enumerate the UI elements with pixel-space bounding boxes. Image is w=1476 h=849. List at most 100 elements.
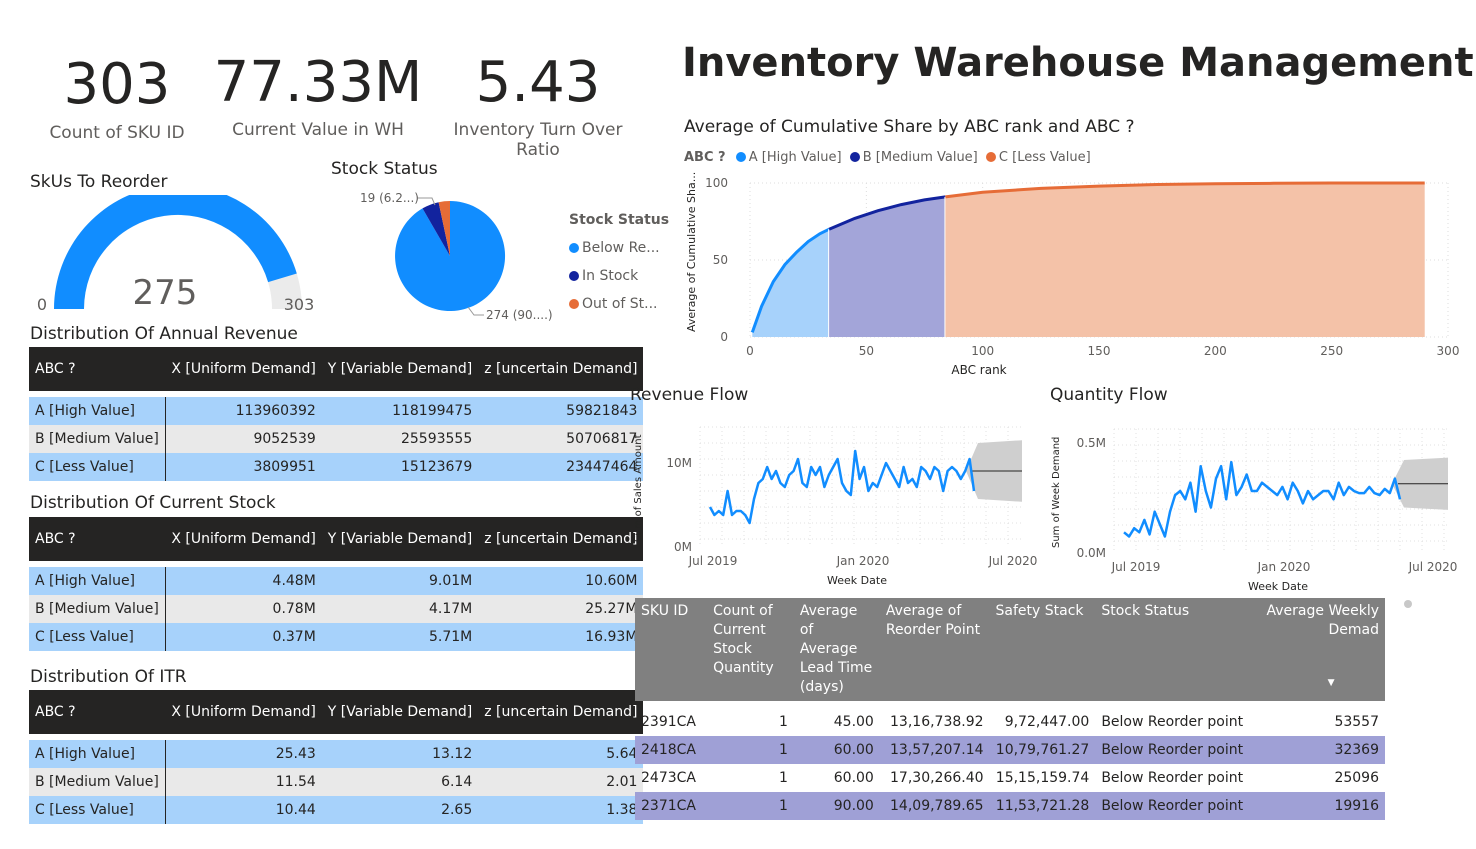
table-row[interactable]: A [High Value] 4.48M 9.01M 10.60M xyxy=(29,567,644,595)
area-series-2[interactable] xyxy=(945,183,1425,337)
column-header[interactable]: z [uncertain Demand] xyxy=(478,517,644,561)
legend-item-out-of-stock[interactable]: Out of St... xyxy=(569,290,669,318)
legend-item-b[interactable]: B [Medium Value] xyxy=(849,150,978,165)
column-header[interactable]: ABC ? xyxy=(29,517,166,561)
column-header[interactable]: ABC ? xyxy=(29,690,166,734)
table-cell: 10.60M xyxy=(478,567,644,595)
table-cell: 1244AA xyxy=(635,820,707,822)
table-cell: 4.48M xyxy=(165,567,322,595)
column-header[interactable]: Average of Reorder Point xyxy=(879,598,990,701)
column-header[interactable]: z [uncertain Demand] xyxy=(478,690,644,734)
table-cell: 50706817 xyxy=(478,425,644,453)
revenue-flow-chart[interactable]: 0M 10M Jul 2019 Jan 2020 Jul 2020 Week Date Su… xyxy=(628,415,1038,590)
cumshare-chart-title: Average of Cumulative Share by ABC rank … xyxy=(684,117,1135,137)
row-header: A [High Value] xyxy=(29,740,166,768)
legend-item-in-stock[interactable]: In Stock xyxy=(569,262,669,290)
y-tick-label: 0M xyxy=(674,540,692,554)
table-row[interactable]: A [High Value] 113960392 118199475 59821843 xyxy=(29,397,644,425)
column-header[interactable]: Y [Variable Demand] xyxy=(321,690,479,734)
x-tick-label: 50 xyxy=(859,344,874,358)
table-cell: 2371CA xyxy=(635,792,708,820)
stock-matrix[interactable]: ABC ? X [Uniform Demand] Y [Variable Deman… xyxy=(29,517,644,651)
row-header: C [Less Value] xyxy=(29,453,166,481)
y-axis-title: Sum of Week Demand xyxy=(1051,437,1062,548)
table-row[interactable]: B [Medium Value] 11.54 6.14 2.01 xyxy=(29,768,644,796)
legend-item-a[interactable]: A [High Value] xyxy=(735,150,842,165)
column-header-label: Average Weekly Demad xyxy=(1266,603,1379,638)
itr-table-title: Distribution Of ITR xyxy=(30,667,187,687)
kpi-value-in-wh-value: 77.33M xyxy=(213,50,423,115)
column-header-label: Stock Status xyxy=(1101,603,1190,619)
table-cell: 53557 xyxy=(1334,714,1379,730)
table-cell: 25096 xyxy=(1334,770,1379,786)
column-header[interactable]: Stock Status xyxy=(1095,598,1253,701)
table-row[interactable]: A [High Value] 25.43 13.12 5.64 xyxy=(29,740,644,768)
column-header[interactable]: Average Weekly Demad ▼ xyxy=(1252,598,1385,701)
sku-table-wrap[interactable]: SKU ID Count of Current Stock Quantity Ave… xyxy=(635,598,1385,822)
table-row[interactable]: B [Medium Value] 9052539 25593555 50706817 xyxy=(29,425,644,453)
pie-label-bottom: 274 (90....) xyxy=(486,308,553,322)
table-cell: 9.01M xyxy=(321,567,479,595)
legend-dot xyxy=(569,271,579,281)
stock-status-legend: Stock Status Below Re... In Stock Out of… xyxy=(569,206,669,318)
table-row[interactable]: 2418CA 1 60.00 13,57,207.14 10,79,761.27 Belo… xyxy=(635,736,1385,764)
x-tick-label: 200 xyxy=(1204,344,1227,358)
y-tick-label: 10M xyxy=(666,456,692,470)
sort-descending-icon: ▼ xyxy=(1327,678,1335,688)
table-row[interactable]: C [Less Value] 0.37M 5.71M 16.93M xyxy=(29,623,644,651)
area-series-1[interactable] xyxy=(829,196,946,337)
table-row[interactable]: 2473CA 1 60.00 17,30,266.40 15,15,159.74 Belo… xyxy=(635,764,1385,792)
table-cell: 0.78M xyxy=(165,595,322,623)
legend-item-c[interactable]: C [Less Value] xyxy=(985,150,1091,165)
column-header[interactable]: Y [Variable Demand] xyxy=(321,517,479,561)
sku-table[interactable]: SKU ID Count of Current Stock Quantity Ave… xyxy=(635,598,1385,822)
gauge-title: SkUs To Reorder xyxy=(30,172,168,192)
table-cell: 17,30,266.40 xyxy=(890,770,984,786)
table-cell: 11,53,721.28 xyxy=(989,792,1096,820)
table-row[interactable]: 2371CA 1 90.00 14,09,789.65 11,53,721.28 Belo… xyxy=(635,792,1385,820)
cumshare-legend: ABC ? A [High Value] B [Medium Value] C … xyxy=(684,150,1091,165)
table-row[interactable]: B [Medium Value] 0.78M 4.17M 25.27M xyxy=(29,595,644,623)
legend-label: Out of St... xyxy=(582,296,658,312)
column-header[interactable]: Count of Current Stock Quantity xyxy=(707,598,794,701)
line-series[interactable] xyxy=(708,449,976,525)
pie-slice-below-reorder[interactable] xyxy=(395,200,506,311)
column-header[interactable]: X [Uniform Demand] xyxy=(165,347,322,391)
scrollbar-thumb[interactable] xyxy=(1404,600,1412,608)
table-cell: 25593555 xyxy=(321,425,479,453)
column-header[interactable]: SKU ID xyxy=(635,598,708,701)
table-row[interactable]: C [Less Value] 3809951 15123679 23447464 xyxy=(29,453,644,481)
table-cell: 2418CA xyxy=(635,736,708,764)
column-header[interactable]: Y [Variable Demand] xyxy=(321,347,479,391)
cumshare-chart[interactable]: 0 50 100 0 50 100 150 200 250 300 ABC rank Average … xyxy=(680,172,1470,377)
table-cell: 2473CA xyxy=(641,770,696,786)
column-header[interactable]: X [Uniform Demand] xyxy=(165,690,322,734)
quantity-flow-chart[interactable]: 0.0M 0.5M Jul 2019 Jan 2020 Jul 2020 Week Dat… xyxy=(1046,415,1466,595)
gauge-chart[interactable]: 275 0 303 xyxy=(30,195,330,320)
column-header[interactable]: z [uncertain Demand] xyxy=(478,347,644,391)
revenue-matrix[interactable]: ABC ? X [Uniform Demand] Y [Variable Deman… xyxy=(29,347,644,481)
kpi-sku-count-value: 303 xyxy=(63,52,171,117)
table-cell: 2391CA xyxy=(641,714,696,730)
table-row[interactable]: 2391CA 1 45.00 13,16,738.92 9,72,447.00 Below… xyxy=(635,708,1385,736)
table-cell: 2.65 xyxy=(321,796,479,824)
column-header[interactable]: X [Uniform Demand] xyxy=(165,517,322,561)
itr-matrix[interactable]: ABC ? X [Uniform Demand] Y [Variable Deman… xyxy=(29,690,644,824)
table-row[interactable]: C [Less Value] 10.44 2.65 1.38 xyxy=(29,796,644,824)
table-cell: 59821843 xyxy=(478,397,644,425)
table-cell: 13.12 xyxy=(321,740,479,768)
area-series-0[interactable] xyxy=(752,229,830,337)
stock-table-title: Distribution Of Current Stock xyxy=(30,493,276,513)
column-header[interactable]: Safety Stack xyxy=(989,598,1096,701)
column-header[interactable]: ABC ? xyxy=(29,347,166,391)
x-tick-label: Jul 2019 xyxy=(1111,560,1161,574)
legend-dot xyxy=(569,243,579,253)
stock-status-pie[interactable]: 19 (6.2...) 274 (90....) xyxy=(350,185,560,330)
legend-item-below-reorder[interactable]: Below Re... xyxy=(569,234,669,262)
y-tick-label: 0.0M xyxy=(1077,546,1106,560)
pie-label-top: 19 (6.2...) xyxy=(360,191,419,205)
column-header[interactable]: Average of Average Lead Time (days) xyxy=(793,598,880,701)
table-cell: 45.00 xyxy=(833,714,874,730)
table-row[interactable]: 1244AA145.003,65,076.543,02,816.42Below … xyxy=(635,820,1385,822)
table-cell: 15123679 xyxy=(321,453,479,481)
